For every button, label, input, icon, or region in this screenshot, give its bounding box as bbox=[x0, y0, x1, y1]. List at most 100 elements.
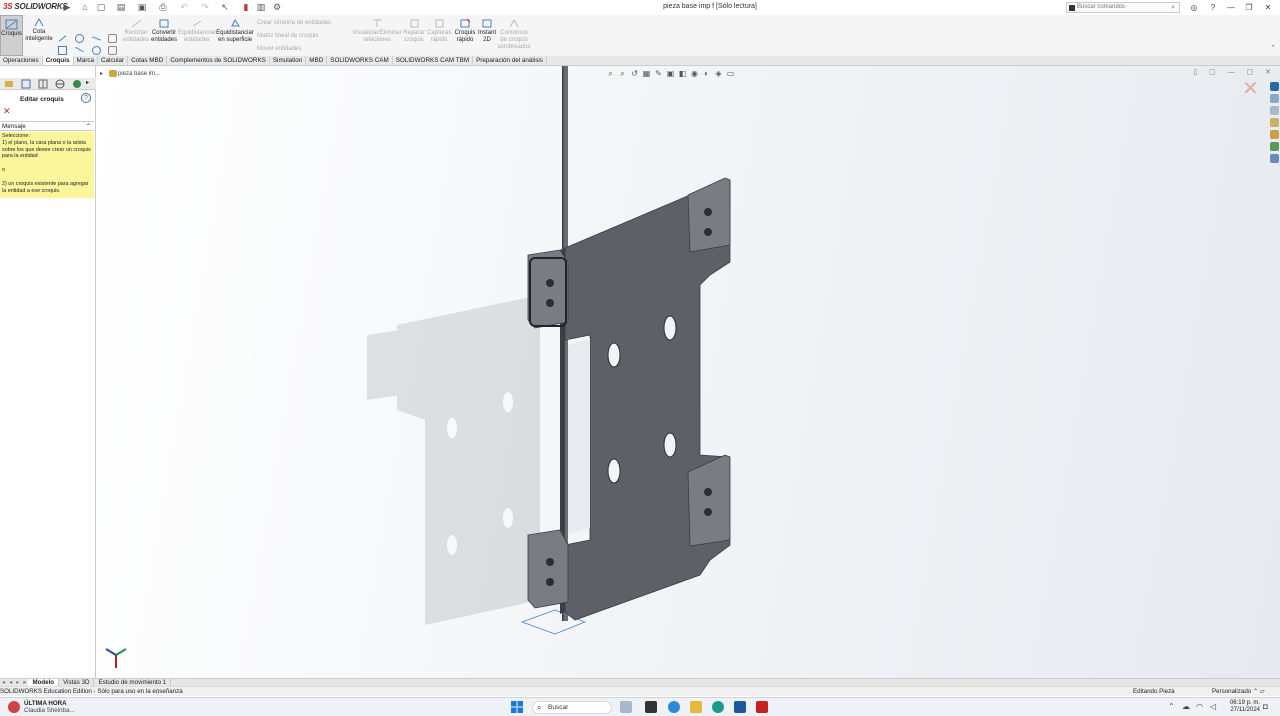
tab-modelo[interactable]: Modelo bbox=[28, 679, 60, 686]
smart-dimension-icon bbox=[34, 17, 43, 27]
save-icon[interactable]: ▣ bbox=[137, 2, 147, 12]
configuration-manager-icon[interactable] bbox=[38, 79, 48, 89]
move-entities-button[interactable]: Mover entidades bbox=[257, 46, 301, 52]
mirror-entities-button[interactable]: Crear simetría de entidades bbox=[257, 20, 331, 26]
edge-browser-icon[interactable] bbox=[712, 701, 724, 713]
collapse-ribbon-icon[interactable]: ⌃ bbox=[1270, 44, 1276, 52]
arc-tool[interactable] bbox=[75, 46, 84, 53]
store-app-icon[interactable] bbox=[734, 701, 746, 713]
tab-vistas-3d[interactable]: Vistas 3D bbox=[59, 679, 95, 686]
tab-operaciones[interactable]: Operaciones bbox=[0, 56, 43, 65]
solidworks-app-icon[interactable] bbox=[756, 701, 768, 713]
user-icon[interactable]: ◎ bbox=[1188, 2, 1200, 13]
rebuild-icon[interactable]: ▮ bbox=[241, 2, 251, 12]
offset-entities-button[interactable]: Equidistanciar entidades bbox=[178, 18, 216, 44]
open-file-icon[interactable]: ▤ bbox=[116, 2, 126, 12]
tab-simulation[interactable]: Simulation bbox=[270, 56, 307, 65]
feature-manager-icon[interactable] bbox=[4, 79, 14, 89]
notification-bell-icon[interactable]: ◘ bbox=[1263, 702, 1268, 711]
smart-dimension-button[interactable]: Cota inteligente bbox=[25, 17, 53, 43]
tab-preparacion-analisis[interactable]: Preparación del análisis bbox=[473, 56, 547, 65]
text-tool[interactable] bbox=[108, 46, 117, 55]
trim-entities-button[interactable]: Recortar entidades bbox=[122, 18, 150, 44]
repair-sketch-button[interactable]: Reparar croquis bbox=[402, 18, 426, 44]
display-manager-icon[interactable] bbox=[72, 79, 82, 89]
convert-entities-button[interactable]: Convertir entidades bbox=[150, 18, 178, 44]
task-view-icon[interactable] bbox=[645, 701, 657, 713]
help-icon[interactable]: ? bbox=[1207, 2, 1219, 13]
offset-on-surface-button[interactable]: Equidistanciar en superficie bbox=[216, 18, 254, 44]
fillet-tool[interactable] bbox=[108, 34, 117, 43]
tab-complementos[interactable]: Complementos de SOLIDWORKS bbox=[167, 56, 270, 65]
minimize-button[interactable]: — bbox=[1225, 2, 1237, 13]
tab-cotas-mbd[interactable]: Cotas MBD bbox=[128, 56, 168, 65]
close-icon[interactable]: ✕ bbox=[3, 106, 11, 117]
ellipse-tool[interactable] bbox=[92, 46, 101, 55]
options-gear-icon[interactable]: ⚙ bbox=[272, 2, 282, 12]
windows-taskbar: ÚLTIMA HORA Claudia Sheinba... ⌕ Buscar ⌃… bbox=[0, 697, 1280, 716]
home-icon[interactable]: ⌂ bbox=[80, 2, 90, 12]
file-explorer-app-icon[interactable] bbox=[690, 701, 702, 713]
clock[interactable]: 06:19 p. m. 27/11/2024 bbox=[1226, 700, 1260, 714]
units-selector[interactable]: Personalizado ⌃ ▱ bbox=[1212, 687, 1265, 697]
rectangle-tool[interactable] bbox=[58, 46, 67, 55]
select-icon[interactable]: ↖ bbox=[220, 2, 230, 12]
more-tabs-icon[interactable]: ▸ bbox=[86, 79, 89, 86]
chat-app-icon[interactable] bbox=[668, 701, 680, 713]
expand-menu-icon[interactable]: ▶ bbox=[62, 2, 72, 12]
display-delete-relations-button[interactable]: Visualizar/Eliminar relaciones bbox=[352, 18, 402, 44]
sketch-icon bbox=[5, 19, 18, 30]
tab-estudio-movimiento[interactable]: Estudio de movimiento 1 bbox=[94, 679, 172, 686]
redo-icon[interactable]: ↷ bbox=[200, 2, 210, 12]
circle-tool[interactable] bbox=[75, 34, 84, 43]
shaded-sketch-contours-button[interactable]: Contornos de croquis sombreados bbox=[496, 18, 532, 51]
contours-icon bbox=[509, 18, 518, 28]
tray-chevron-icon[interactable]: ⌃ bbox=[1168, 702, 1175, 711]
wifi-icon[interactable]: ◠ bbox=[1196, 702, 1203, 711]
file-properties-icon[interactable]: ▥ bbox=[256, 2, 266, 12]
panel-title: Editar croquis bbox=[20, 96, 64, 103]
next-tab-arrow-icon[interactable]: ▸ bbox=[14, 679, 21, 686]
command-manager-ribbon: Croquis Cota inteligente Recortar entidade… bbox=[0, 15, 1280, 67]
widgets-app-icon[interactable] bbox=[620, 701, 632, 713]
tab-marca[interactable]: Marca bbox=[74, 56, 98, 65]
chevron-up-icon[interactable]: ⌃ bbox=[86, 122, 91, 131]
last-tab-arrow-icon[interactable]: ▸ bbox=[21, 679, 28, 686]
windows-start-icon[interactable] bbox=[511, 701, 523, 713]
volume-icon[interactable]: ◁ bbox=[1210, 702, 1216, 711]
dimxpert-manager-icon[interactable] bbox=[55, 79, 65, 89]
new-file-icon[interactable]: ▢ bbox=[96, 2, 106, 12]
linear-pattern-button[interactable]: Matriz lineal de croquis bbox=[257, 33, 318, 39]
undo-icon[interactable]: ↶ bbox=[179, 2, 189, 12]
print-icon[interactable]: ⎙ bbox=[158, 2, 168, 12]
search-icon[interactable]: ⌕ bbox=[1171, 3, 1175, 12]
rapid-sketch-button[interactable]: Croquis rápido bbox=[453, 18, 477, 44]
line-tool[interactable] bbox=[58, 35, 67, 42]
network-icon[interactable]: ☁ bbox=[1182, 702, 1190, 711]
tab-calcular[interactable]: Calcular bbox=[98, 56, 129, 65]
trim-icon bbox=[131, 19, 141, 28]
help-icon[interactable]: ? bbox=[81, 93, 91, 103]
tab-solidworks-cam-tbm[interactable]: SOLIDWORKS CAM TBM bbox=[393, 56, 474, 65]
close-button[interactable]: ✕ bbox=[1262, 2, 1274, 13]
instant-2d-button[interactable]: Instant 2D bbox=[476, 18, 498, 44]
tab-mbd[interactable]: MBD bbox=[306, 56, 328, 65]
quick-snaps-button[interactable]: Capturas rápido bbox=[427, 18, 451, 44]
mount-tab-bottom-left bbox=[527, 529, 569, 609]
tab-croquis[interactable]: Croquis bbox=[42, 56, 74, 65]
convert-entities-icon bbox=[159, 19, 168, 28]
part-3d-model[interactable] bbox=[96, 66, 1280, 678]
spline-tool[interactable] bbox=[92, 36, 101, 41]
prev-tab-arrow-icon[interactable]: ◂ bbox=[7, 679, 14, 686]
restore-button[interactable]: ❐ bbox=[1243, 2, 1255, 13]
first-tab-arrow-icon[interactable]: ◂ bbox=[0, 679, 7, 686]
tab-solidworks-cam[interactable]: SOLIDWORKS CAM bbox=[327, 56, 393, 65]
message-section-header[interactable]: Mensaje ⌃ bbox=[0, 121, 94, 131]
property-manager-icon[interactable] bbox=[21, 79, 31, 89]
search-commands-input[interactable]: Buscar comandos ⌕ bbox=[1066, 2, 1180, 13]
solidworks-logo[interactable]: 3S SOLIDWORKS bbox=[3, 2, 68, 11]
mount-tab-top-left bbox=[527, 249, 569, 329]
croquis-button[interactable]: Croquis bbox=[0, 15, 23, 56]
graphics-area[interactable]: ▸ pieza base im... ⌕ ⌕ ↺ ▦ ✎ ▣ ◧ ◉ ◐ ◈ ▭ … bbox=[96, 66, 1280, 678]
taskbar-search-input[interactable]: ⌕ Buscar bbox=[532, 701, 612, 714]
